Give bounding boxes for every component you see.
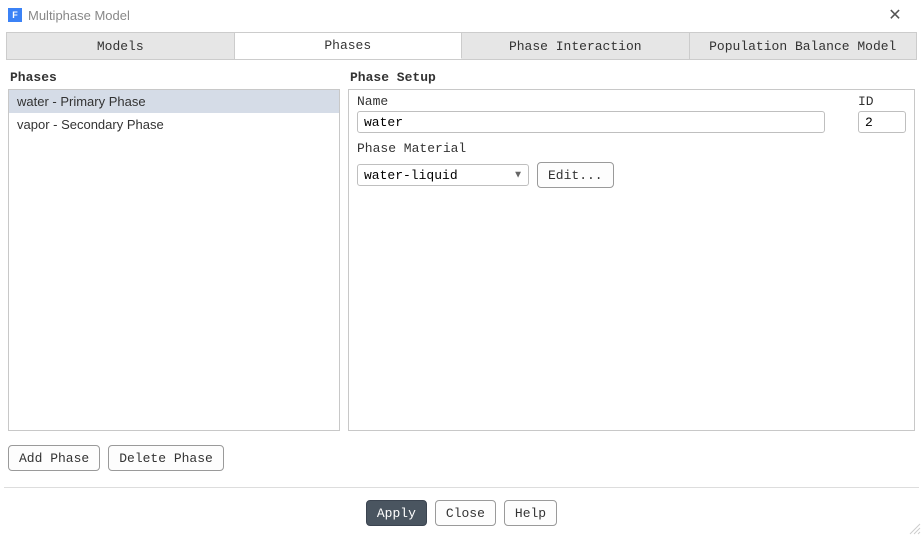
tab-phases[interactable]: Phases — [235, 33, 463, 59]
phase-action-buttons: Add Phase Delete Phase — [8, 445, 923, 471]
phase-setup-box: Name ID Phase Material ▼ Edit... — [348, 89, 915, 431]
help-button[interactable]: Help — [504, 500, 557, 526]
resize-grip-icon[interactable] — [907, 521, 921, 535]
delete-phase-button[interactable]: Delete Phase — [108, 445, 224, 471]
title-bar: F Multiphase Model ✕ — [0, 0, 923, 30]
tab-label: Phases — [324, 38, 371, 53]
name-label: Name — [357, 94, 848, 109]
footer-buttons: Apply Close Help — [0, 500, 923, 526]
phase-setup-heading: Phase Setup — [348, 70, 915, 85]
window-close-button[interactable]: ✕ — [875, 5, 915, 25]
close-button[interactable]: Close — [435, 500, 496, 526]
tab-population-balance-model[interactable]: Population Balance Model — [690, 33, 917, 59]
name-input[interactable] — [357, 111, 825, 133]
tab-label: Population Balance Model — [709, 39, 896, 54]
id-label: ID — [858, 94, 906, 109]
footer-separator — [4, 487, 919, 488]
phases-list[interactable]: water - Primary Phase vapor - Secondary … — [8, 89, 340, 431]
window-title: Multiphase Model — [28, 8, 130, 23]
phase-material-select[interactable]: ▼ — [357, 164, 529, 186]
apply-button[interactable]: Apply — [366, 500, 427, 526]
app-icon: F — [8, 8, 22, 22]
tab-label: Phase Interaction — [509, 39, 642, 54]
edit-material-button[interactable]: Edit... — [537, 162, 614, 188]
phase-material-value[interactable] — [357, 164, 529, 186]
phases-heading: Phases — [8, 70, 340, 85]
tab-label: Models — [97, 39, 144, 54]
phases-panel: Phases water - Primary Phase vapor - Sec… — [8, 70, 340, 431]
id-input[interactable] — [858, 111, 906, 133]
tab-bar: Models Phases Phase Interaction Populati… — [6, 32, 917, 60]
phase-setup-panel: Phase Setup Name ID Phase Material ▼ — [348, 70, 915, 431]
add-phase-button[interactable]: Add Phase — [8, 445, 100, 471]
phase-item[interactable]: vapor - Secondary Phase — [9, 113, 339, 136]
phase-item[interactable]: water - Primary Phase — [9, 90, 339, 113]
tab-models[interactable]: Models — [7, 33, 235, 59]
phase-material-label: Phase Material — [357, 141, 906, 156]
tab-phase-interaction[interactable]: Phase Interaction — [462, 33, 690, 59]
content-area: Phases water - Primary Phase vapor - Sec… — [0, 60, 923, 431]
